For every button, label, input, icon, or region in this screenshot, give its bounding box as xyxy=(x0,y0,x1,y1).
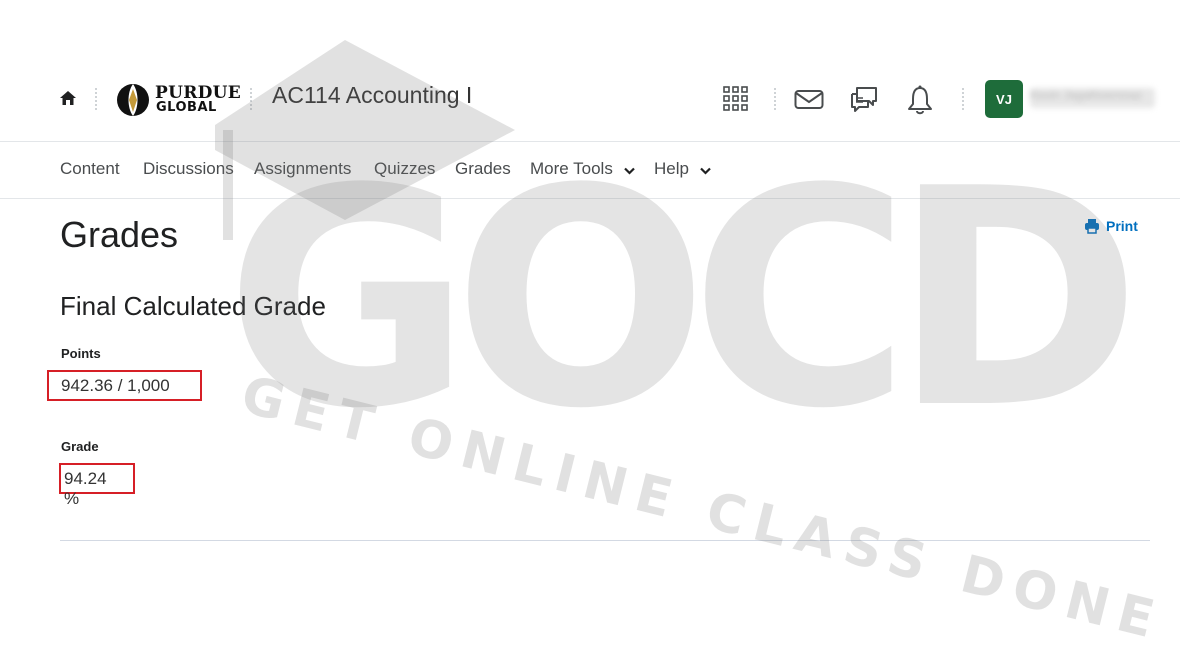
nav-item-more-tools[interactable]: More Tools xyxy=(530,159,635,180)
header-separator xyxy=(774,88,776,110)
nav-item-help[interactable]: Help xyxy=(654,159,711,180)
watermark-tagline: GET ONLINE CLASS DONE xyxy=(235,365,1170,653)
more-tools-label: More Tools xyxy=(530,159,613,178)
waffle-icon[interactable] xyxy=(722,85,752,115)
print-button[interactable]: Print xyxy=(1084,218,1138,234)
grade-value: 94.24 % xyxy=(59,463,135,508)
user-name[interactable]: Kevin Jagathnemnaz xyxy=(1030,88,1155,108)
user-avatar[interactable]: VJ xyxy=(985,80,1023,118)
header: PURDUE GLOBAL AC114 Accounting I VJ Kevi… xyxy=(0,55,1180,142)
logo-text-global: GLOBAL xyxy=(156,100,217,115)
header-separator xyxy=(250,88,252,110)
section-divider xyxy=(60,540,1150,541)
nav-item-grades[interactable]: Grades xyxy=(455,159,511,179)
nav-item-assignments[interactable]: Assignments xyxy=(254,159,351,179)
points-value: 942.36 / 1,000 xyxy=(47,370,202,401)
help-label: Help xyxy=(654,159,689,178)
section-title: Final Calculated Grade xyxy=(60,291,326,321)
grade-label: Grade xyxy=(61,439,99,454)
header-separator xyxy=(962,88,964,110)
mail-icon[interactable] xyxy=(794,85,824,115)
header-separator xyxy=(95,88,97,110)
home-icon[interactable] xyxy=(59,90,77,106)
points-label: Points xyxy=(61,346,101,361)
chevron-down-icon xyxy=(699,160,711,180)
bell-icon[interactable] xyxy=(906,85,936,115)
course-title[interactable]: AC114 Accounting I xyxy=(272,82,472,109)
chat-icon[interactable] xyxy=(849,85,879,115)
course-navbar: Content Discussions Assignments Quizzes … xyxy=(0,142,1180,199)
purdue-global-logo[interactable]: PURDUE GLOBAL xyxy=(115,81,241,119)
print-icon xyxy=(1085,219,1099,234)
logo-mark-icon xyxy=(117,84,149,116)
print-label: Print xyxy=(1106,218,1138,234)
chevron-down-icon xyxy=(623,160,635,180)
page-title: Grades xyxy=(60,214,179,255)
nav-item-quizzes[interactable]: Quizzes xyxy=(374,159,435,179)
nav-item-content[interactable]: Content xyxy=(60,159,120,179)
nav-item-discussions[interactable]: Discussions xyxy=(143,159,234,179)
